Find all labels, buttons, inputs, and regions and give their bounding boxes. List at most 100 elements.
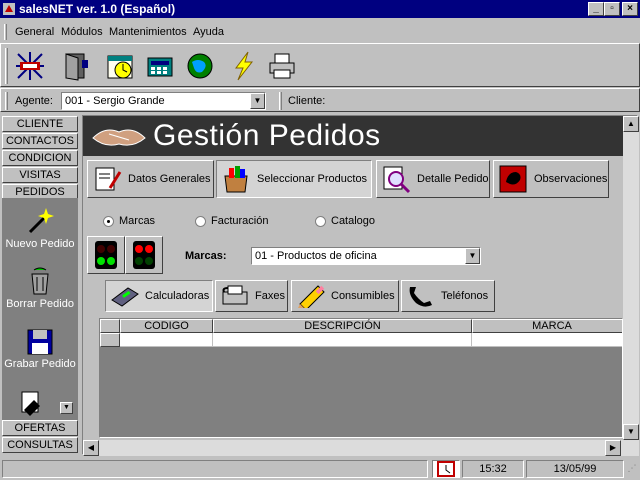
traffic-light-red-icon <box>133 241 155 269</box>
grid-row-selector[interactable] <box>100 333 120 347</box>
cancel-traffic-light-button[interactable] <box>125 236 163 274</box>
grid-cell-codigo[interactable] <box>120 333 213 347</box>
radio-catalogo-circle[interactable] <box>315 215 326 227</box>
calculator-icon <box>111 287 139 307</box>
grid-header-descripcion[interactable]: DESCRIPCIÓN <box>213 319 472 333</box>
tab-detalle-pedido[interactable]: Detalle Pedido <box>376 160 490 198</box>
radio-marcas-circle[interactable] <box>103 215 114 227</box>
sidebar-consultas[interactable]: CONSULTAS <box>2 437 78 453</box>
agent-bar: Agente: 001 - Sergio Grande ▼ Cliente: <box>0 88 640 112</box>
printer-icon <box>269 53 295 79</box>
print-button[interactable] <box>263 47 301 85</box>
status-date: 13/05/99 <box>526 460 624 478</box>
radio-marcas[interactable]: Marcas <box>103 215 155 227</box>
net-icon <box>16 52 44 80</box>
traffic-light-green-icon <box>95 241 117 269</box>
minimize-button[interactable]: _ <box>588 2 604 16</box>
agent-combo[interactable]: 001 - Sergio Grande ▼ <box>61 92 266 110</box>
main-panel: Gestión Pedidos Datos Generales Seleccio… <box>82 115 639 456</box>
menu-modulos[interactable]: Módulos <box>61 26 103 38</box>
calculator-icon <box>147 57 173 77</box>
globe-icon <box>187 53 213 79</box>
new-order-label: Nuevo Pedido <box>5 238 75 250</box>
scroll-up-arrow[interactable]: ▲ <box>623 116 639 132</box>
accept-traffic-light-button[interactable] <box>87 236 125 274</box>
subtab-faxes-label: Faxes <box>255 290 285 302</box>
tab-observaciones[interactable]: Observaciones <box>493 160 609 198</box>
calculator-button[interactable] <box>141 47 179 85</box>
tab-datos-generales-label: Datos Generales <box>128 173 211 185</box>
save-order-action[interactable]: Grabar Pedido <box>2 326 78 370</box>
client-grip <box>279 92 282 110</box>
globe-button[interactable] <box>181 47 219 85</box>
magnifier-document-icon <box>383 166 411 194</box>
agent-dropdown-arrow[interactable]: ▼ <box>250 93 265 109</box>
page-header: Gestión Pedidos <box>83 116 623 156</box>
radio-catalogo[interactable]: Catalogo <box>315 215 375 227</box>
sidebar-cliente[interactable]: CLIENTE <box>2 116 78 132</box>
radio-facturacion[interactable]: Facturación <box>195 215 268 227</box>
trash-icon <box>31 267 49 295</box>
tab-datos-generales[interactable]: Datos Generales <box>87 160 214 198</box>
tab-observaciones-label: Observaciones <box>534 173 608 185</box>
subtab-faxes[interactable]: Faxes <box>215 280 288 312</box>
tab-seleccionar-productos-label: Seleccionar Productos <box>257 173 368 185</box>
menu-ayuda[interactable]: Ayuda <box>193 26 224 38</box>
delete-order-action[interactable]: Borrar Pedido <box>2 266 78 310</box>
grid-cell-descripcion[interactable] <box>213 333 472 347</box>
marcas-dropdown-arrow[interactable]: ▼ <box>465 248 480 264</box>
grid-header-codigo[interactable]: CODIGO <box>120 319 213 333</box>
subtab-consumibles[interactable]: Consumibles <box>291 280 399 312</box>
sidebar-ofertas[interactable]: OFERTAS <box>2 420 78 436</box>
pencil-icon <box>298 285 325 308</box>
subtab-telefonos[interactable]: Teléfonos <box>401 280 495 312</box>
grid-cell-marca[interactable] <box>472 333 622 347</box>
marcas-combo[interactable]: 01 - Productos de oficina ▼ <box>251 247 481 265</box>
status-message-panel <box>2 460 428 478</box>
sidebar-extra-dropdown[interactable]: ▼ <box>60 402 73 414</box>
door-icon <box>65 53 88 81</box>
radio-marcas-label: Marcas <box>119 215 156 227</box>
calendar-icon <box>107 55 133 79</box>
toolbar <box>0 43 640 87</box>
phone-icon <box>409 287 432 307</box>
net-button[interactable] <box>11 47 49 85</box>
exit-button[interactable] <box>57 47 95 85</box>
app-icon <box>3 3 15 15</box>
grid-row-header-corner <box>100 319 120 333</box>
menu-grip <box>4 24 7 40</box>
scroll-down-arrow[interactable]: ▼ <box>623 424 639 440</box>
calendar-button[interactable] <box>101 47 139 85</box>
radio-facturacion-circle[interactable] <box>195 215 206 227</box>
status-clock-panel <box>432 460 460 478</box>
subtab-calculadoras-label: Calculadoras <box>145 290 210 302</box>
sidebar-condicion[interactable]: CONDICION <box>2 150 78 166</box>
tab-detalle-pedido-label: Detalle Pedido <box>417 173 489 185</box>
tab-seleccionar-productos[interactable]: Seleccionar Productos <box>216 160 372 198</box>
grid-header-marca[interactable]: MARCA <box>472 319 622 333</box>
maximize-button[interactable]: ▫ <box>604 2 620 16</box>
sidebar-visitas[interactable]: VISITAS <box>2 167 78 183</box>
horizontal-scrollbar[interactable]: ◀ ▶ <box>83 440 623 456</box>
size-grip-icon[interactable]: ⋰ <box>626 460 638 478</box>
subtab-telefonos-label: Teléfonos <box>441 290 489 302</box>
scroll-right-arrow[interactable]: ▶ <box>605 440 621 456</box>
status-time: 15:32 <box>462 460 524 478</box>
subtab-consumibles-label: Consumibles <box>331 290 395 302</box>
sidebar-extra-tool[interactable] <box>16 390 48 418</box>
title-bar: salesNET ver. 1.0 (Español) _ ▫ × <box>0 0 640 18</box>
connect-button[interactable] <box>225 47 263 85</box>
sidebar-contactos[interactable]: CONTACTOS <box>2 133 78 149</box>
agent-value: 001 - Sergio Grande <box>65 95 165 107</box>
scroll-left-arrow[interactable]: ◀ <box>83 440 99 456</box>
status-bar: 15:32 13/05/99 ⋰ <box>0 458 640 480</box>
floppy-disk-icon <box>27 329 53 355</box>
menu-general[interactable]: General <box>15 26 54 38</box>
close-button[interactable]: × <box>622 2 638 16</box>
subtab-calculadoras[interactable]: Calculadoras <box>105 280 213 312</box>
menu-mantenimientos[interactable]: Mantenimientos <box>109 26 187 38</box>
vertical-scrollbar[interactable]: ▲ ▼ <box>623 116 639 456</box>
new-order-action[interactable]: Nuevo Pedido <box>2 206 78 250</box>
magic-wand-icon <box>28 208 54 234</box>
client-label: Cliente: <box>288 95 326 107</box>
